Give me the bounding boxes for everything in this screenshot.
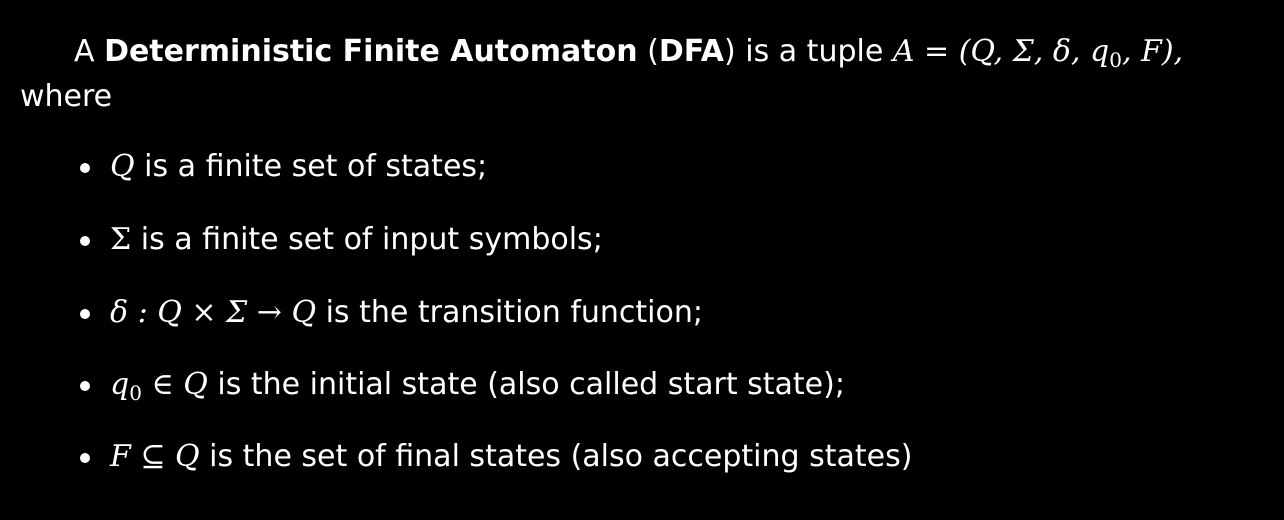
dfa-definition: A Deterministic Finite Automaton (DFA) i… [0,0,1284,520]
item-content: F ⊆ Q is the set of final states (also a… [110,439,912,475]
item-math-subscript: 0 [129,381,142,405]
bullet-icon [80,236,90,246]
item-content: Σ is a finite set of input symbols; [110,222,603,258]
term-deterministic-finite-automaton: Deterministic Finite Automaton [104,34,638,69]
item-text: is the set of final states (also accepti… [199,439,913,474]
bullet-icon [80,381,90,391]
item-text: is a finite set of states; [134,149,488,184]
item-text: is a finite set of input symbols; [131,222,603,257]
tuple-subscript: 0 [1109,48,1122,72]
abbr-open: ( [637,34,659,69]
intro-continuation: where [20,79,113,114]
item-math: δ : Q × Σ → Q [110,295,317,330]
item-text: is the initial state (also called start … [207,367,845,402]
item-math-after: ∈ Q [141,367,208,402]
item-content: q0 ∈ Q is the initial state (also called… [110,367,845,405]
item-math: q [110,367,130,402]
intro-line: A Deterministic Finite Automaton (DFA) i… [74,34,1183,72]
term-abbreviation: DFA [658,34,724,69]
item-text: is the transition function; [316,295,703,330]
abbr-close: ) [724,34,736,69]
item-math: Q [110,149,135,184]
bullet-icon [80,163,90,173]
bullet-icon [80,309,90,319]
item-content: δ : Q × Σ → Q is the transition function… [110,295,703,331]
intro-middle: is a tuple [735,34,893,69]
intro-prefix: A [74,34,105,69]
item-math: Σ [110,222,132,257]
bullet-icon [80,453,90,463]
item-content: Q is a finite set of states; [110,149,487,185]
tuple-formula-end: , F), [1121,34,1184,69]
item-math: F ⊆ Q [110,439,200,474]
tuple-formula: A = (Q, Σ, δ, q [892,34,1110,69]
